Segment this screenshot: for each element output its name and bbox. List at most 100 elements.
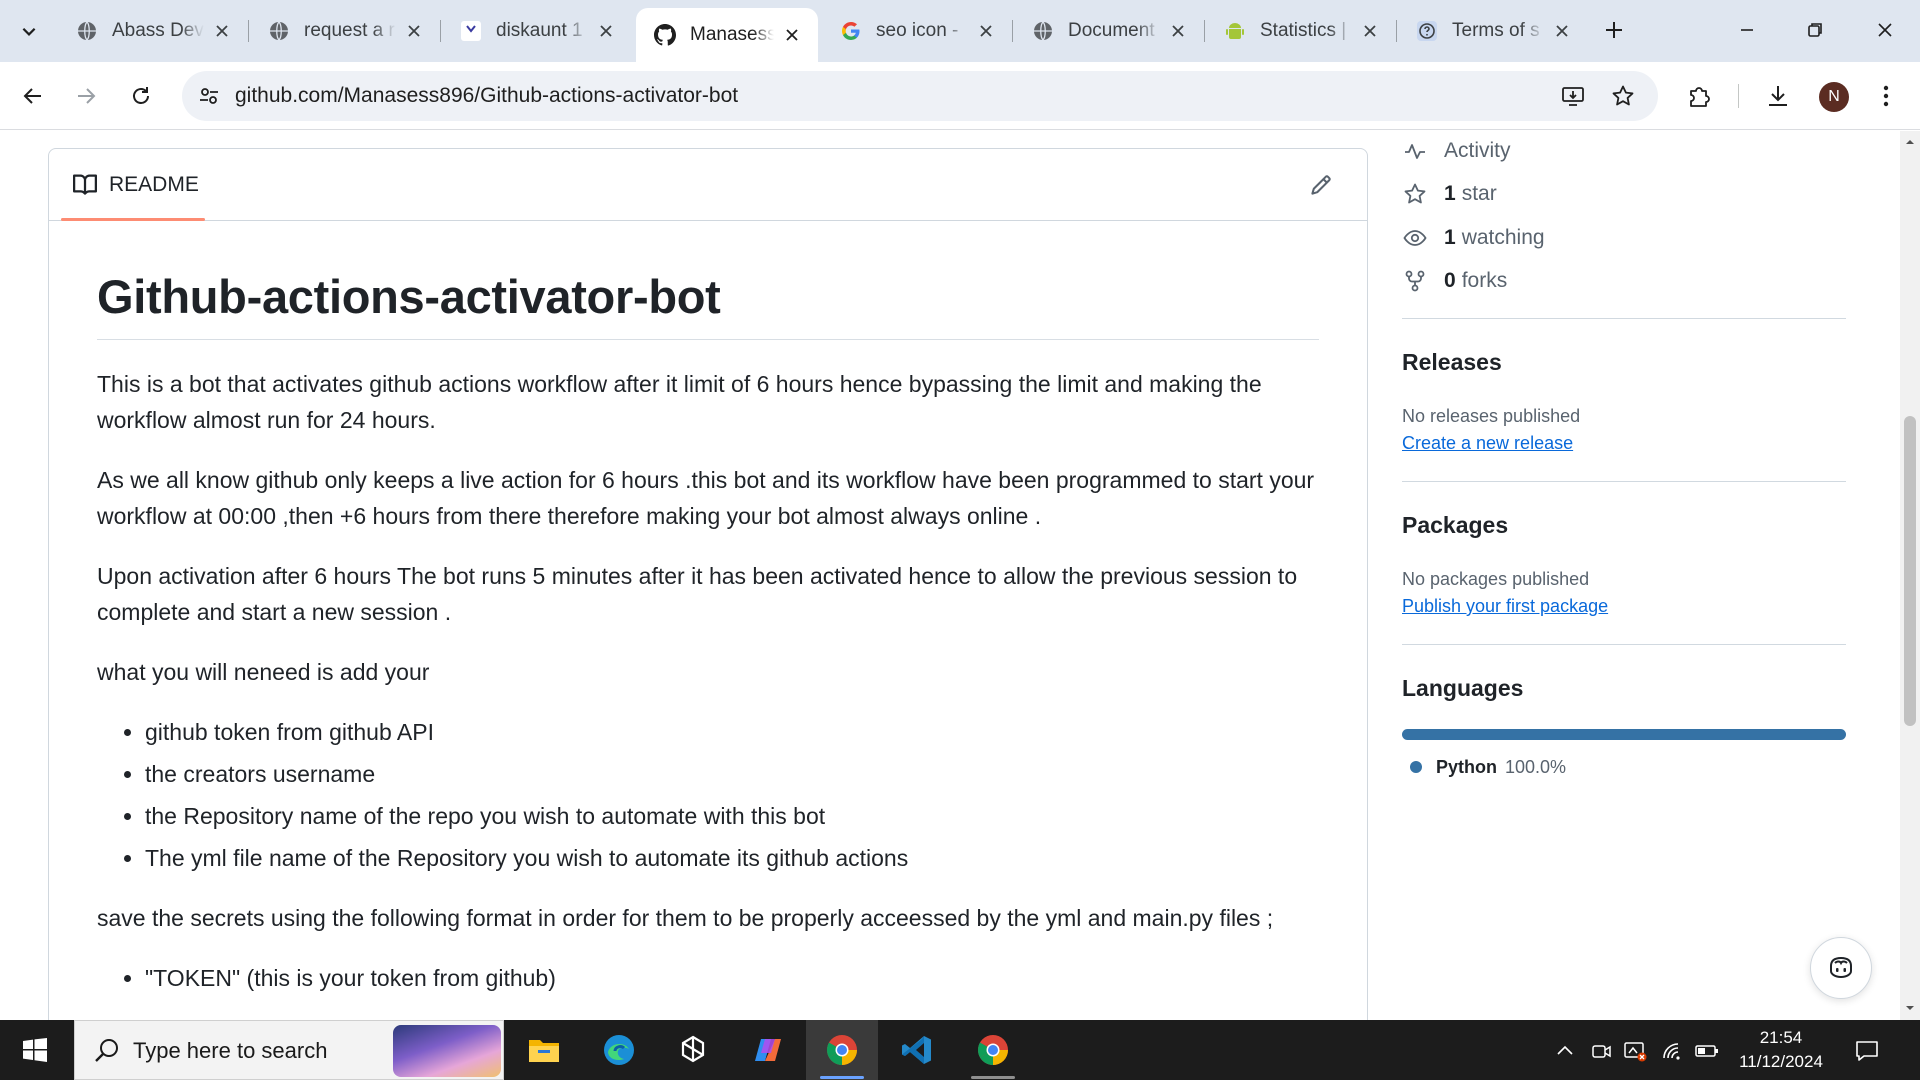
tab-search-button[interactable] xyxy=(10,12,48,50)
packages-heading[interactable]: Packages xyxy=(1402,512,1508,539)
diskaunt-icon xyxy=(460,20,482,42)
tab-separator xyxy=(440,20,441,42)
close-window-button[interactable] xyxy=(1852,0,1918,60)
menu-button[interactable] xyxy=(1868,78,1904,114)
page-scrollbar[interactable] xyxy=(1900,131,1920,1020)
stars-link[interactable]: 1 star xyxy=(1402,179,1497,209)
new-tab-button[interactable] xyxy=(1596,12,1632,48)
copilot-app-icon xyxy=(755,1039,781,1061)
stars-label: star xyxy=(1461,182,1497,205)
tab-abass-dev[interactable]: Abass Dev xyxy=(58,8,249,54)
close-icon[interactable] xyxy=(402,19,426,43)
extensions-button[interactable] xyxy=(1681,78,1717,114)
tab-document[interactable]: Document xyxy=(1014,8,1205,54)
close-icon[interactable] xyxy=(210,19,234,43)
copilot-app[interactable] xyxy=(732,1020,804,1080)
url-text[interactable]: github.com/Manasess896/Github-actions-ac… xyxy=(235,84,738,108)
close-icon[interactable] xyxy=(1166,19,1190,43)
tab-request[interactable]: request a r xyxy=(250,8,441,54)
list-item: the Repository name of the repo you wish… xyxy=(145,798,1319,834)
tab-title: Statistics | xyxy=(1260,20,1347,41)
address-bar[interactable]: github.com/Manasess896/Github-actions-ac… xyxy=(182,71,1658,121)
tab-title: diskaunt 1 xyxy=(496,20,583,41)
language-item[interactable]: Python 100.0% xyxy=(1402,755,1566,779)
system-clock[interactable]: 21:54 11/12/2024 xyxy=(1728,1026,1834,1074)
close-icon[interactable] xyxy=(780,23,804,47)
chevron-down-icon xyxy=(22,27,36,36)
globe-icon xyxy=(76,20,98,42)
security-warning-icon[interactable] xyxy=(1622,1038,1648,1064)
requirements-list: github token from github API the creator… xyxy=(97,714,1319,876)
bookmark-star-icon[interactable] xyxy=(1610,83,1636,109)
scrollbar-thumb[interactable] xyxy=(1904,416,1916,726)
meet-now-icon[interactable] xyxy=(1588,1038,1614,1064)
globe-icon xyxy=(268,20,290,42)
close-icon[interactable] xyxy=(594,19,618,43)
wifi-icon[interactable] xyxy=(1660,1038,1686,1064)
no-releases-text: No releases published xyxy=(1402,406,1581,426)
star-icon xyxy=(1402,181,1428,207)
taskbar-search[interactable]: Type here to search xyxy=(74,1020,504,1080)
copilot-button[interactable] xyxy=(1810,937,1872,999)
chrome-app-2[interactable] xyxy=(957,1020,1029,1080)
minimize-button[interactable] xyxy=(1714,0,1780,60)
show-hidden-icons-button[interactable] xyxy=(1552,1038,1578,1064)
tab-statistics[interactable]: Statistics | xyxy=(1206,8,1397,54)
back-button[interactable] xyxy=(13,76,53,116)
stars-count: 1 xyxy=(1444,182,1456,205)
readme-paragraph: save the secrets using the following for… xyxy=(97,905,1274,932)
releases-heading[interactable]: Releases xyxy=(1402,349,1502,376)
chrome-app[interactable] xyxy=(806,1020,878,1080)
list-item: The yml file name of the Repository you … xyxy=(145,840,1319,876)
watchers-link[interactable]: 1 watching xyxy=(1402,223,1545,253)
battery-icon[interactable] xyxy=(1694,1038,1720,1064)
restore-button[interactable] xyxy=(1782,0,1848,60)
notifications-button[interactable] xyxy=(1852,1036,1882,1066)
arrow-right-icon xyxy=(78,88,96,104)
chrome-icon xyxy=(978,1035,1008,1065)
languages-heading: Languages xyxy=(1402,675,1524,701)
search-highlight-image xyxy=(393,1025,501,1077)
downloads-button[interactable] xyxy=(1760,78,1796,114)
pencil-icon xyxy=(1311,175,1331,195)
readme-tab-label: README xyxy=(109,173,199,196)
scroll-down-icon[interactable] xyxy=(1905,1003,1915,1013)
language-percent: 100.0% xyxy=(1505,756,1567,777)
forks-link[interactable]: 0 forks xyxy=(1402,266,1507,296)
restore-icon xyxy=(1808,23,1822,37)
profile-avatar[interactable]: N xyxy=(1819,82,1849,112)
create-release-link[interactable]: Create a new release xyxy=(1402,433,1573,454)
edge-app[interactable] xyxy=(583,1020,655,1080)
readme-tab[interactable]: README xyxy=(61,149,211,221)
reload-button[interactable] xyxy=(121,76,161,116)
file-explorer-app[interactable] xyxy=(508,1020,580,1080)
start-button[interactable] xyxy=(0,1020,70,1080)
reload-icon xyxy=(133,87,149,104)
github-icon xyxy=(654,24,676,46)
forward-button[interactable] xyxy=(66,76,106,116)
clock-time: 21:54 xyxy=(1759,1028,1803,1047)
install-app-icon[interactable] xyxy=(1560,83,1586,109)
tab-terms[interactable]: Terms of s xyxy=(1398,8,1588,54)
tab-title: Document xyxy=(1068,20,1155,41)
vscode-app[interactable] xyxy=(881,1020,953,1080)
notification-icon xyxy=(1856,1041,1878,1061)
site-info-icon[interactable] xyxy=(196,83,222,109)
publish-package-link[interactable]: Publish your first package xyxy=(1402,596,1608,617)
close-icon[interactable] xyxy=(974,19,998,43)
tab-seo-icon[interactable]: seo icon - xyxy=(822,8,1013,54)
tab-diskaunt[interactable]: diskaunt 1 xyxy=(442,8,632,54)
vscode-icon xyxy=(902,1036,931,1064)
fork-icon xyxy=(1402,268,1428,294)
tab-separator xyxy=(1204,20,1205,42)
close-icon[interactable] xyxy=(1550,19,1574,43)
activity-link[interactable]: Activity xyxy=(1402,136,1511,166)
close-icon[interactable] xyxy=(1358,19,1382,43)
browser-toolbar: github.com/Manasess896/Github-actions-ac… xyxy=(0,62,1920,130)
edit-readme-button[interactable] xyxy=(1307,171,1335,199)
tab-github-repo[interactable]: Manasess8 xyxy=(636,8,818,62)
chatgpt-app[interactable] xyxy=(657,1020,729,1080)
no-packages-text: No packages published xyxy=(1402,569,1590,589)
scroll-up-icon[interactable] xyxy=(1905,137,1915,147)
list-item: "TOKEN" (this is your token from github) xyxy=(145,960,1319,996)
